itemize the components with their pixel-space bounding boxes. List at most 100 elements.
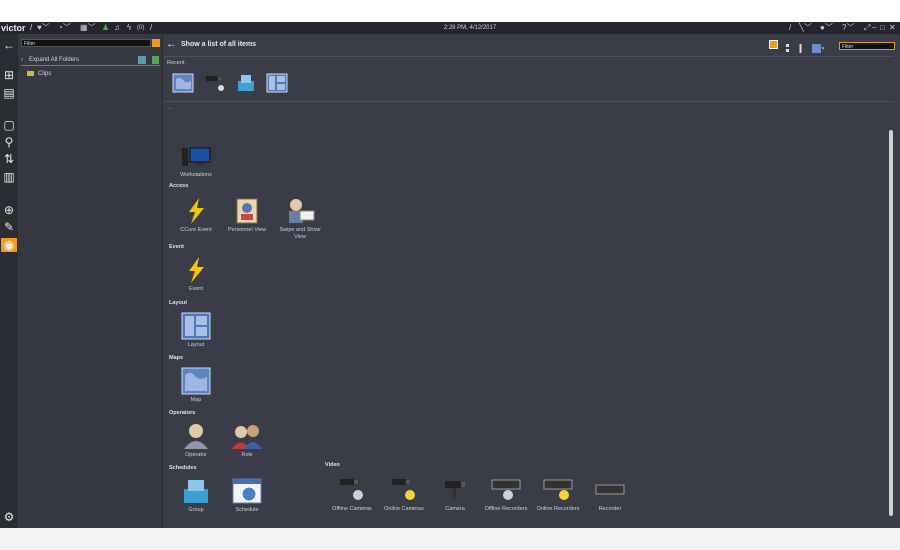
item-label: Group [188, 507, 204, 513]
map-icon [181, 367, 211, 395]
tree-item-clips[interactable]: Clips [27, 71, 51, 77]
item-label: CCure Event [180, 227, 212, 233]
building-icon[interactable]: ▥ [1, 170, 17, 184]
expand-all-label: Expand All Folders [29, 57, 80, 63]
close-icon[interactable]: ✕ [889, 22, 896, 34]
pen-icon[interactable]: ╲﹀ [799, 22, 812, 34]
clock: 2:28 PM, 4/12/2017 [443, 25, 497, 31]
page-title: Show a list of all items [181, 41, 257, 48]
item-label: Personnel View [227, 227, 267, 233]
divider-icon: / [150, 23, 153, 32]
section-maps: Maps [169, 355, 184, 361]
page-bottom-margin [0, 528, 900, 550]
list-view-icon[interactable] [783, 40, 792, 52]
tree-filter-input[interactable]: Filter [21, 39, 151, 47]
item-role[interactable]: Role [223, 422, 271, 459]
grid-icon[interactable]: ▦﹀ [80, 22, 96, 34]
bell-icon[interactable]: ♫ [114, 22, 120, 34]
gauge-icon[interactable]: ◔﹀ [58, 22, 71, 34]
map-icon[interactable] [172, 73, 194, 93]
add-icon[interactable]: ⊕ [1, 203, 17, 217]
item-event[interactable]: Event [172, 256, 220, 293]
item-label: Swipe and Show View [279, 227, 321, 240]
divider-icon: / [789, 23, 792, 32]
help-icon[interactable]: ?﹀ [842, 22, 854, 34]
personnel-icon [236, 198, 258, 224]
section-schedules: Schedules [169, 465, 197, 471]
monitor-icon [182, 147, 211, 166]
list-icon[interactable]: ▢ [1, 118, 17, 132]
camera-offline-icon [340, 479, 363, 500]
clips-label: Clips [38, 71, 52, 78]
details-view-icon[interactable] [796, 40, 805, 53]
item-label: Camera [445, 506, 465, 512]
heart-icon[interactable]: ♥﹀ [37, 22, 50, 34]
item-recorder[interactable]: Recorder [586, 476, 634, 513]
search-icon[interactable] [152, 39, 160, 47]
app-window: victor / ♥﹀ ◔﹀ ▦﹀ ♟ ♫ ϟ (0) / 2:28 PM, 4… [0, 22, 900, 528]
lightning-icon[interactable]: ϟ [127, 22, 131, 34]
camera-icon[interactable] [204, 73, 226, 93]
item-label: Map [190, 397, 202, 403]
layout-icon[interactable]: ▤ [1, 86, 17, 100]
item-label: Operator [185, 452, 207, 458]
item-operator[interactable]: Operator [172, 422, 220, 459]
minimize-icon[interactable]: – [872, 22, 876, 34]
item-online-cameras[interactable]: Online Cameras [380, 476, 428, 513]
settings-icon[interactable]: ⚙ [1, 510, 17, 524]
item-label: Online Cameras [384, 506, 424, 512]
layout-icon[interactable] [266, 73, 288, 93]
item-label: Schedule [235, 507, 259, 513]
group-icon[interactable] [235, 73, 257, 93]
item-camera[interactable]: Camera [431, 476, 479, 513]
item-layout[interactable]: Layout [172, 312, 220, 349]
item-schedule[interactable]: Schedule [223, 477, 271, 514]
section-access: Access [169, 183, 189, 189]
item-map[interactable]: Map [172, 367, 220, 404]
item-label: Role [241, 452, 253, 458]
vertical-scrollbar[interactable] [889, 130, 893, 516]
item-swipe-show[interactable]: Swipe and Show View [276, 197, 324, 241]
chevron-right-icon: › [21, 57, 23, 63]
tree-panel: Filter › Expand All Folders Clips [18, 34, 163, 528]
edit-icon[interactable]: ✎ [1, 220, 17, 234]
main-filter-input[interactable]: Filter [839, 42, 895, 50]
view-icon[interactable]: ◉ [1, 238, 17, 252]
person-status-icon[interactable]: ♟ [102, 22, 109, 34]
lightning-icon [189, 257, 204, 283]
swipe-show-icon [289, 199, 315, 223]
left-toolbar: ← ⊞ ▤ ▢ ⚲ ⇅ ▥ ⊕ ✎ ◉ ⚙ [0, 34, 18, 528]
main-content: ← Show a list of all items Filter Recent [162, 34, 900, 528]
back-arrow-icon[interactable]: ← [1, 38, 17, 52]
sort-icon[interactable]: ⇅ [1, 152, 17, 166]
item-ccure-event[interactable]: CCure Event [172, 197, 220, 234]
item-online-recorders[interactable]: Online Recorders [534, 476, 582, 513]
folder-icon [27, 71, 34, 76]
add-window-icon[interactable]: ⊞ [1, 68, 17, 82]
item-workstations[interactable]: Workstations [172, 142, 220, 179]
expand-all-folders[interactable]: › Expand All Folders [21, 55, 160, 66]
lightning-icon [189, 198, 204, 224]
item-offline-recorders[interactable]: Offline Recorders [482, 476, 530, 513]
section-video: Video [325, 462, 340, 468]
section-operators: Operators [169, 410, 196, 416]
user-icon[interactable]: ●﹀ [820, 22, 833, 34]
divider-icon: / [30, 23, 33, 32]
app-logo: victor [1, 23, 26, 33]
folder-options-icon[interactable] [138, 56, 146, 64]
tile-view-icon[interactable] [769, 40, 778, 49]
location-icon[interactable]: ⚲ [1, 135, 17, 149]
recorder-online-icon [543, 479, 573, 500]
item-label: Offline Recorders [484, 506, 528, 512]
item-offline-cameras[interactable]: Offline Cameras [328, 476, 376, 513]
folder-add-icon[interactable] [152, 56, 159, 64]
item-personnel-view[interactable]: Personnel View [223, 197, 271, 234]
maximize-icon[interactable]: □ [880, 22, 885, 34]
camera-icon [445, 481, 465, 498]
item-label: Layout [187, 342, 205, 348]
group-icon [184, 480, 208, 503]
back-arrow-icon[interactable]: ← [166, 38, 177, 50]
fullscreen-icon[interactable]: ⤢ [864, 22, 870, 34]
map-filter-icon[interactable] [812, 40, 825, 53]
item-group[interactable]: Group [172, 477, 220, 514]
